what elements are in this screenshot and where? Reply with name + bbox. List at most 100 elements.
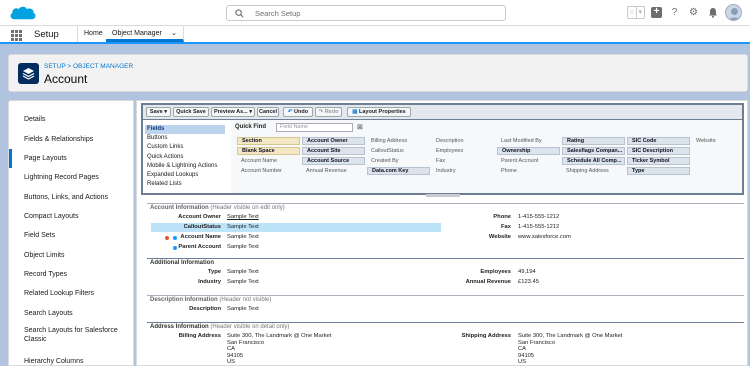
field-label: Description	[189, 306, 221, 312]
palette-field[interactable]: Fax	[432, 157, 495, 165]
avatar[interactable]	[725, 4, 742, 21]
gear-icon[interactable]: ⚙	[687, 6, 700, 19]
section-additional-information[interactable]: Additional Information	[147, 258, 744, 267]
breadcrumb[interactable]: SETUP > OBJECT MANAGER	[44, 63, 133, 70]
palette-field[interactable]: Parent Account	[497, 157, 560, 165]
palette-field[interactable]: Account Owner	[302, 137, 365, 145]
help-icon[interactable]: ?	[668, 6, 681, 19]
sidebar-item-hierarchy-columns[interactable]: Hierarchy Columns	[9, 352, 133, 365]
sidebar-item-compact-layouts[interactable]: Compact Layouts	[9, 207, 133, 226]
sidebar-item-page-layouts[interactable]: Page Layouts	[9, 149, 133, 168]
layout-editor-palette-panel: Save ▾ Quick Save Preview As... ▾ Cancel…	[141, 103, 744, 197]
bell-icon[interactable]	[706, 6, 719, 19]
billing-address-value[interactable]: Suite 300, The Landmark @ One Market San…	[227, 333, 331, 366]
palette-field[interactable]: Annual Revenue	[302, 167, 365, 175]
palette-field[interactable]: Account Name	[237, 157, 300, 165]
palette-field[interactable]: Rating	[562, 137, 625, 145]
quick-save-button[interactable]: Quick Save	[173, 107, 209, 117]
palette-category-mobile-actions[interactable]: Mobile & Lightning Actions	[145, 162, 225, 171]
palette-field[interactable]: Ownership	[497, 147, 560, 155]
palette-field[interactable]: Website	[692, 137, 747, 145]
section-hint: (Header not visible)	[219, 297, 272, 303]
palette-field[interactable]: Data.com Key	[367, 167, 430, 175]
global-header: Search Setup ☆ ▾ + ? ⚙	[0, 0, 750, 26]
section-account-information[interactable]: Account Information (Header visible on e…	[147, 203, 744, 212]
palette-field[interactable]: Phone	[497, 167, 560, 175]
field-label: Billing Address	[178, 333, 221, 339]
palette-field[interactable]: Section	[237, 137, 300, 145]
sidebar-item-search-layouts[interactable]: Search Layouts	[9, 304, 133, 323]
field-value[interactable]: Sample Text	[227, 269, 259, 275]
section-address-information[interactable]: Address Information (Header visible on d…	[147, 322, 744, 331]
palette-field[interactable]: Account Site	[302, 147, 365, 155]
layers-icon	[18, 63, 39, 84]
palette-field[interactable]: CalloutStatus	[367, 147, 430, 155]
address-line: US	[227, 359, 236, 366]
field-value[interactable]: 1-415-555-1212	[518, 224, 559, 230]
sidebar-item-lightning-record-pages[interactable]: Lightning Record Pages	[9, 168, 133, 187]
field-value[interactable]: www.salesforce.com	[518, 234, 571, 240]
chevron-down-icon[interactable]: ▾	[635, 7, 645, 18]
search-input[interactable]: Search Setup	[226, 5, 506, 21]
sidebar-item-fields-relationships[interactable]: Fields & Relationships	[9, 130, 133, 149]
palette-resize-handle[interactable]	[426, 194, 460, 197]
palette-field[interactable]: Salesflags Compan...	[562, 147, 625, 155]
tab-object-manager[interactable]: Object Manager ⌄	[106, 26, 184, 42]
palette-field[interactable]: Ticker Symbol	[627, 157, 690, 165]
app-name: Setup	[34, 29, 59, 40]
palette-field[interactable]: Account Number	[237, 167, 300, 175]
field-value[interactable]: Sample Text	[227, 224, 259, 230]
undo-button[interactable]: ↶ Undo	[283, 107, 313, 117]
palette-category-custom-links[interactable]: Custom Links	[145, 143, 225, 152]
field-value[interactable]: Sample Text	[227, 306, 259, 312]
palette-field[interactable]: Description	[432, 137, 495, 145]
field-value[interactable]: Sample Text	[227, 279, 259, 285]
field-value[interactable]: £123.45	[518, 279, 539, 285]
sidebar-item-related-lookup-filters[interactable]: Related Lookup Filters	[9, 284, 133, 303]
preview-as-button[interactable]: Preview As... ▾	[211, 107, 255, 117]
palette-field[interactable]: Blank Space	[237, 147, 300, 155]
field-value[interactable]: Sample Text	[227, 234, 259, 240]
favorites-button[interactable]: ☆ ▾	[627, 6, 645, 19]
palette-field[interactable]: SIC Description	[627, 147, 690, 155]
redo-button[interactable]: ↷ Redo	[315, 107, 342, 117]
sidebar-item-record-types[interactable]: Record Types	[9, 265, 133, 284]
palette-category-fields[interactable]: Fields	[145, 125, 225, 135]
palette-field[interactable]: Last Modified By	[497, 137, 560, 145]
layout-properties-button[interactable]: ▤ Layout Properties	[347, 107, 411, 117]
sidebar-item-object-limits[interactable]: Object Limits	[9, 246, 133, 265]
field-value[interactable]: 49,194	[518, 269, 536, 275]
palette-field[interactable]: Schedule All Comp...	[562, 157, 625, 165]
section-description-information[interactable]: Description Information (Header not visi…	[147, 295, 744, 304]
star-icon[interactable]: ☆	[628, 7, 636, 18]
palette-field[interactable]: SIC Code	[627, 137, 690, 145]
sidebar-item-details[interactable]: Details	[9, 110, 133, 129]
cancel-button[interactable]: Cancel	[257, 107, 279, 117]
sidebar-item-field-sets[interactable]: Field Sets	[9, 226, 133, 245]
field-value[interactable]: Sample Text	[227, 214, 259, 220]
quick-find-input[interactable]: Field Name	[276, 123, 353, 132]
palette-field[interactable]: Industry	[432, 167, 495, 175]
save-button[interactable]: Save ▾	[146, 107, 171, 117]
palette-category-related-lists[interactable]: Related Lists	[145, 180, 225, 189]
palette-category-quick-actions[interactable]: Quick Actions	[145, 153, 225, 162]
salesforce-logo[interactable]	[8, 4, 38, 23]
plus-icon[interactable]: +	[651, 7, 662, 18]
app-launcher-icon[interactable]	[11, 30, 22, 41]
field-value[interactable]: 1-415-555-1212	[518, 214, 559, 220]
palette-category-buttons[interactable]: Buttons	[145, 134, 225, 143]
palette-field[interactable]: Billing Address	[367, 137, 430, 145]
palette-field[interactable]: Type	[627, 167, 690, 175]
palette-field[interactable]: Employees	[432, 147, 495, 155]
palette-category-expanded-lookups[interactable]: Expanded Lookups	[145, 171, 225, 180]
clear-icon[interactable]: ⊠	[357, 123, 363, 131]
palette-field[interactable]: Created By	[367, 157, 430, 165]
field-value[interactable]: Sample Text	[227, 244, 259, 250]
chevron-down-icon[interactable]: ⌄	[171, 26, 177, 42]
sidebar-item-buttons-links-actions[interactable]: Buttons, Links, and Actions	[9, 188, 133, 207]
tab-home[interactable]: Home	[77, 26, 110, 42]
shipping-address-value[interactable]: Suite 300, The Landmark @ One Market San…	[518, 333, 622, 365]
palette-field[interactable]: Shipping Address	[562, 167, 625, 175]
sidebar-item-search-layouts-classic[interactable]: Search Layouts for Salesforce Classic	[9, 325, 133, 347]
palette-field[interactable]: Account Source	[302, 157, 365, 165]
